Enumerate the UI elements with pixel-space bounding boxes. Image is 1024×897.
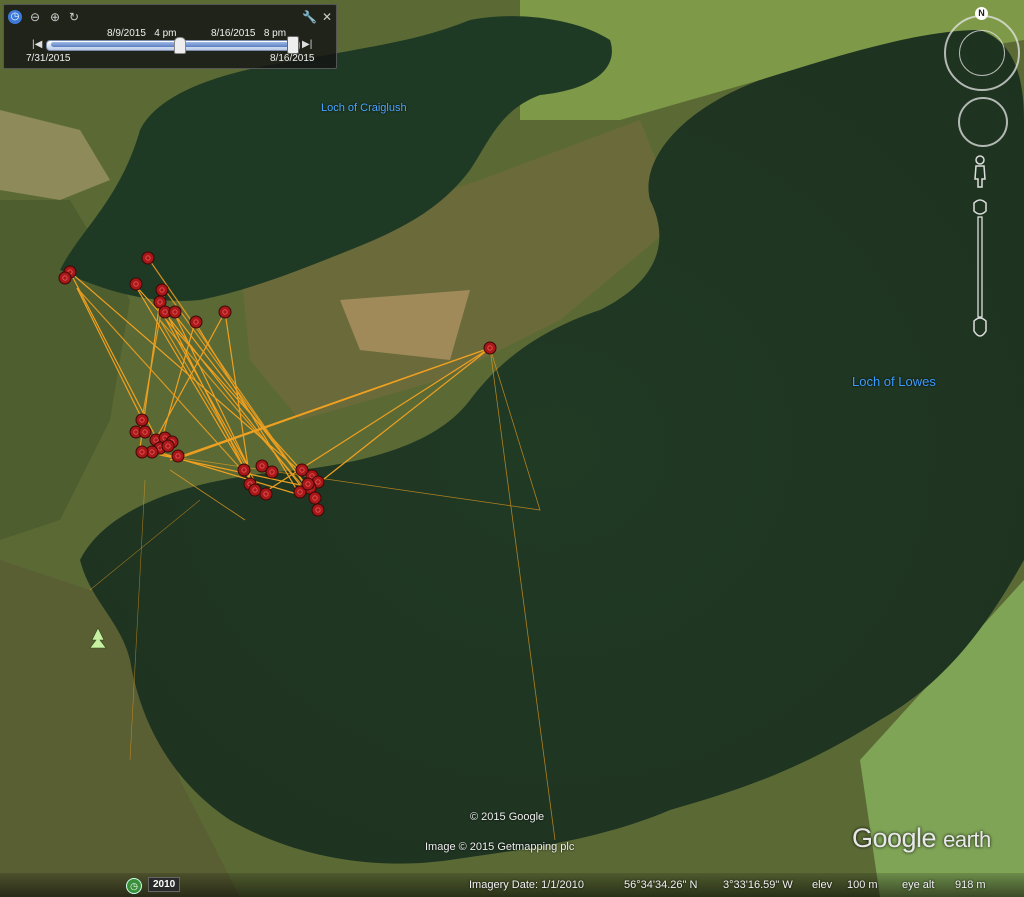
eye-alt-label: eye alt bbox=[902, 879, 935, 891]
track-point-marker[interactable] bbox=[308, 491, 322, 505]
zoom-out-button bbox=[973, 317, 987, 337]
logo-earth: earth bbox=[943, 827, 991, 852]
track-point-marker[interactable] bbox=[189, 315, 203, 329]
wrench-icon[interactable]: 🔧 bbox=[302, 10, 317, 24]
span-end-label: 8/16/2015 bbox=[270, 53, 315, 64]
tilt-control[interactable] bbox=[959, 30, 1005, 76]
zoom-in-button bbox=[973, 199, 987, 215]
track-point-marker[interactable] bbox=[141, 251, 155, 265]
elevation-value: 100 m bbox=[847, 879, 878, 891]
range-start-label: 8/9/2015 4 pm bbox=[107, 28, 177, 39]
imagery-date: Imagery Date: 1/1/2010 bbox=[469, 879, 584, 891]
time-slider-end-handle[interactable] bbox=[287, 36, 299, 54]
label-loch-lowes: Loch of Lowes bbox=[852, 374, 936, 389]
refresh-icon[interactable]: ↻ bbox=[67, 10, 81, 24]
clock-icon[interactable]: ◷ bbox=[8, 10, 22, 24]
history-clock-icon[interactable]: ◷ bbox=[126, 878, 142, 894]
zoom-in-icon[interactable]: ⊕ bbox=[48, 10, 62, 24]
track-point-marker[interactable] bbox=[155, 283, 169, 297]
step-forward-icon[interactable]: ▶| bbox=[302, 39, 312, 50]
track-point-marker[interactable] bbox=[218, 305, 232, 319]
track-point-marker[interactable] bbox=[138, 425, 152, 439]
close-icon[interactable]: ✕ bbox=[320, 10, 334, 24]
track-point-marker[interactable] bbox=[259, 487, 273, 501]
copyright-text: © 2015 Google bbox=[470, 811, 545, 823]
longitude-readout: 3°33'16.59" W bbox=[723, 879, 793, 891]
imagery-credit: Image © 2015 Getmapping plc bbox=[425, 841, 575, 853]
zoom-slider[interactable] bbox=[972, 197, 988, 341]
time-slider-start-handle[interactable] bbox=[174, 37, 186, 54]
track-point-marker[interactable] bbox=[135, 413, 149, 427]
latitude-readout: 56°34'34.26" N bbox=[624, 879, 698, 891]
track-point-marker[interactable] bbox=[311, 503, 325, 517]
step-back-icon[interactable]: |◀ bbox=[32, 39, 42, 50]
track-point-marker[interactable] bbox=[168, 305, 182, 319]
historical-imagery-year[interactable]: 2010 bbox=[148, 877, 181, 892]
range-end-label: 8/16/2015 8 pm bbox=[211, 28, 287, 39]
track-point-marker[interactable] bbox=[58, 271, 72, 285]
north-indicator[interactable]: N bbox=[975, 7, 988, 20]
time-slider-range bbox=[51, 42, 291, 47]
elevation-label: elev bbox=[812, 879, 833, 891]
satellite-map[interactable] bbox=[0, 0, 1024, 897]
label-loch-craiglush: Loch of Craiglush bbox=[321, 102, 407, 114]
zoom-track bbox=[977, 216, 983, 318]
time-slider-track[interactable] bbox=[46, 40, 300, 51]
logo-google: Google bbox=[852, 823, 937, 853]
track-point-marker[interactable] bbox=[248, 483, 262, 497]
track-point-marker[interactable] bbox=[483, 341, 497, 355]
time-slider-panel: ◷ ⊖ ⊕ ↻ 🔧 ✕ 8/9/2015 4 pm 8/16/2015 8 pm… bbox=[3, 4, 337, 69]
track-point-marker[interactable] bbox=[135, 445, 149, 459]
track-point-marker[interactable] bbox=[301, 477, 315, 491]
google-earth-logo: Google earth bbox=[852, 823, 991, 854]
eye-alt-value: 918 m bbox=[955, 879, 986, 891]
track-point-marker[interactable] bbox=[237, 463, 251, 477]
look-joystick[interactable] bbox=[958, 97, 1008, 147]
track-point-marker[interactable] bbox=[265, 465, 279, 479]
pegman-icon[interactable] bbox=[973, 155, 987, 189]
track-point-marker[interactable] bbox=[129, 277, 143, 291]
span-start-label: 7/31/2015 bbox=[26, 53, 71, 64]
track-point-marker[interactable] bbox=[161, 439, 175, 453]
zoom-out-icon[interactable]: ⊖ bbox=[28, 10, 42, 24]
track-point-marker[interactable] bbox=[171, 449, 185, 463]
